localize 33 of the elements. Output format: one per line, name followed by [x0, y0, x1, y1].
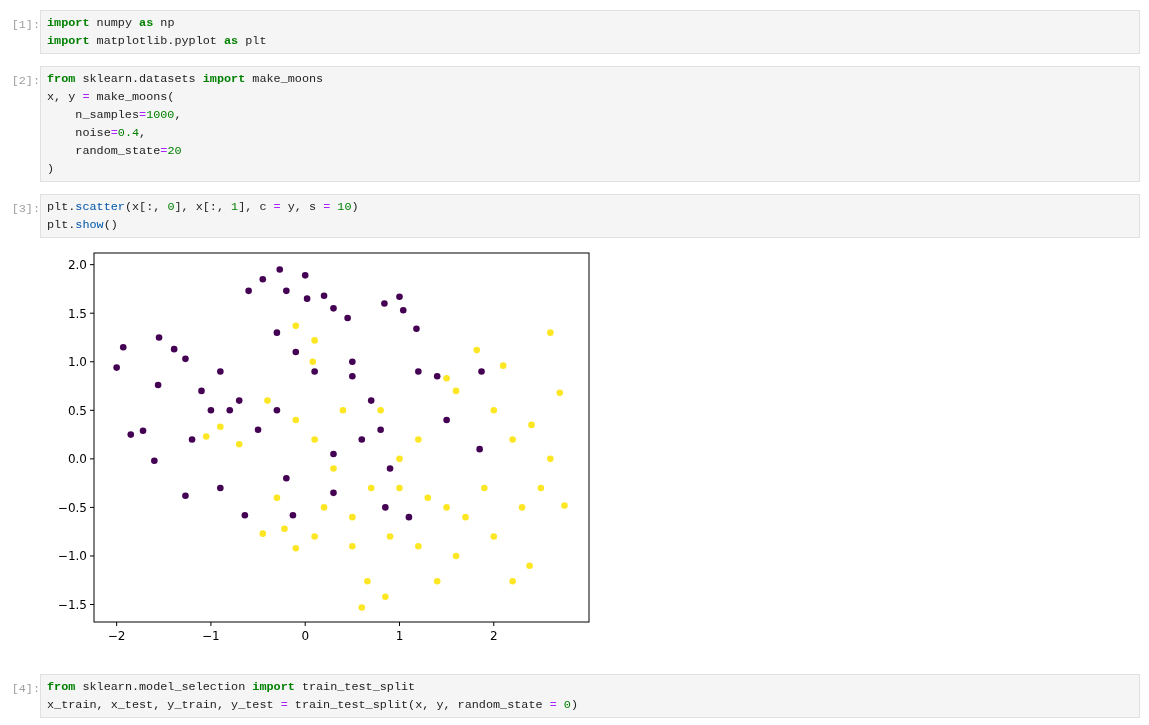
- code-line: import matplotlib.pyplot as plt: [47, 33, 268, 50]
- code-cell[interactable]: import numpy as np import matplotlib.pyplot as plt: [40, 10, 1140, 54]
- code-line: plt.scatter(x[:, 0], x[:, 1], c = y, s = 10): [47, 199, 360, 216]
- y-tick-label: 0.0: [67, 452, 87, 467]
- y-tick-label: 2.0: [67, 258, 87, 273]
- x-tick-label: −2: [107, 629, 126, 643]
- y-tick-label: 0.5: [67, 403, 87, 418]
- x-tick-label: 0: [301, 629, 309, 643]
- code-cell[interactable]: from sklearn.datasets import make_moons x, y = make_moons( n_samples=1000, noise=0.4, random_state=20 ): [40, 66, 1140, 182]
- code-line: ): [47, 161, 56, 178]
- code-line: plt.show(): [47, 217, 119, 234]
- y-tick-label: 1.0: [67, 355, 87, 370]
- y-tick-label: −0.5: [57, 500, 87, 515]
- x-tick-label: −1: [202, 629, 220, 643]
- y-tick-label: 1.5: [67, 306, 87, 321]
- code-line: import numpy as np: [47, 15, 176, 32]
- x-tick-label: 2: [489, 629, 498, 643]
- y-tick-label: −1.5: [57, 598, 87, 612]
- code-line: x_train, x_test, y_train, y_test = train_test_split(x, y, random_state = 0): [47, 697, 579, 714]
- y-tick-label: −1.0: [57, 549, 87, 564]
- cell-prompt: [4]:: [10, 681, 40, 698]
- code-cell[interactable]: from sklearn.model_selection import train_test_split x_train, x_test, y_train, y_test = train_test_split(x, y, random_state = 0): [40, 674, 1140, 718]
- cell-prompt: [1]:: [10, 17, 40, 34]
- code-line: noise=0.4,: [74, 125, 148, 142]
- code-line: random_state=20: [74, 143, 183, 160]
- code-cell[interactable]: plt.scatter(x[:, 0], x[:, 1], c = y, s = 10) plt.show(): [40, 194, 1140, 238]
- x-tick-label: 1: [395, 629, 404, 643]
- code-line: from sklearn.model_selection import train_test_split: [47, 679, 417, 696]
- code-line: x, y = make_moons(: [47, 89, 176, 106]
- code-line: from sklearn.datasets import make_moons: [47, 71, 325, 88]
- cell-prompt: [3]:: [10, 201, 40, 218]
- code-line: n_samples=1000,: [74, 107, 183, 124]
- cell-prompt: [2]:: [10, 73, 40, 90]
